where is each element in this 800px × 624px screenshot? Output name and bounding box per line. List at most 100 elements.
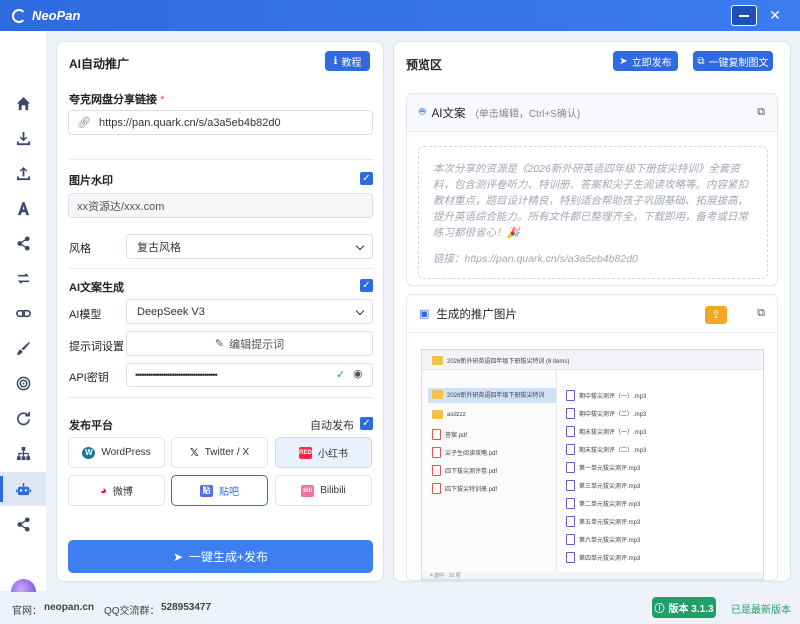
divider — [69, 397, 373, 398]
audio-icon — [566, 480, 575, 491]
close-button[interactable]: ✕ — [762, 5, 788, 26]
wordpress-icon: W — [82, 446, 96, 459]
app-title: NeoPan — [32, 8, 81, 23]
share-link-input[interactable]: 🔗︎ https://pan.quark.cn/s/a3a5eb4b82d0 — [68, 110, 373, 135]
version-badge[interactable]: ⓘ 版本 3.1.3 — [652, 597, 716, 618]
platform-wordpress[interactable]: W WordPress — [68, 437, 165, 468]
ai-text-header: 🤖︎ AI文案 (单击编辑，Ctrl+S确认) ⧉ — [407, 94, 777, 132]
platform-label: WordPress — [101, 447, 151, 458]
shot-item: 四下拔尖测评卷.pdf — [432, 465, 497, 476]
platform-xiaohongshu[interactable]: RED 小红书 — [275, 437, 372, 468]
audio-icon — [566, 534, 575, 545]
copy-icon[interactable]: ⧉ — [757, 106, 765, 119]
platform-twitter[interactable]: 𝕏 Twitter / X — [171, 437, 268, 468]
edit-prompt-label: 编辑提示词 — [229, 338, 285, 351]
sidebar-refresh[interactable] — [0, 401, 46, 435]
info-icon: ℹ — [333, 55, 338, 67]
weibo-icon: ◕ — [100, 484, 107, 497]
shot-item: 第四单元拔尖测评.mp3 — [566, 552, 640, 563]
brush-icon — [16, 341, 30, 355]
sidebar-share[interactable] — [0, 226, 46, 260]
publish-now-button[interactable]: ➤ 立即发布 — [613, 51, 678, 71]
copy-icon[interactable]: ⧉ — [757, 307, 765, 320]
audio-icon — [566, 516, 575, 527]
ai-text-link: 链接：https://pan.quark.cn/s/a3a5eb4b82d0 — [433, 253, 638, 265]
preview-card: 预览区 ➤ 立即发布 ⧉ 一键复制图文 🤖︎ AI文案 (单击编辑，Ctrl+S确认… — [393, 41, 791, 582]
download-icon — [16, 131, 30, 145]
divider — [69, 159, 373, 160]
eye-icon[interactable]: ◉ — [353, 367, 363, 380]
shot-item: 第五单元拔尖测评.mp3 — [566, 516, 640, 527]
share-link-value: https://pan.quark.cn/s/a3a5eb4b82d0 — [98, 116, 281, 129]
bilibili-icon: bili — [301, 484, 315, 497]
model-select[interactable]: DeepSeek V3 — [126, 299, 373, 324]
shot-item: 第六单元拔尖测评.mp3 — [566, 534, 640, 545]
tieba-icon: 贴 — [200, 484, 213, 497]
font-icon — [17, 201, 29, 215]
shot-item: 第一单元拔尖测评.mp3 — [566, 462, 640, 473]
send-icon: ➤ — [619, 55, 628, 67]
link-icon: 🔗︎ — [77, 117, 91, 129]
watermark-checkbox[interactable]: ✓ — [360, 172, 373, 185]
shot-item: 期中拔尖测评（一）.mp3 — [566, 390, 646, 401]
sidebar-target[interactable] — [0, 366, 46, 400]
shot-item: 期末拔尖测评（一）.mp3 — [566, 426, 646, 437]
info-icon: ⓘ — [654, 604, 665, 615]
copy-icon: ⧉ — [697, 55, 705, 67]
target-icon — [16, 376, 30, 390]
ai-text-editor[interactable]: 本次分享的资源是《2026新外研英语四年级下册拔尖特训》全套资料，包含测评卷听力… — [418, 146, 768, 279]
shot-item: 四下拔尖特训册.pdf — [432, 483, 497, 494]
shot-item: asdzzz — [432, 410, 466, 419]
sidebar-upload[interactable] — [0, 156, 46, 190]
watermark-input[interactable]: xx资源达/xxx.com — [68, 193, 373, 218]
generate-publish-button[interactable]: ➤ 一键生成+发布 — [68, 540, 373, 573]
share-nodes-icon — [16, 516, 30, 532]
platform-tieba[interactable]: 贴贴吧 — [171, 475, 268, 506]
platform-label: 小红书 — [318, 449, 348, 460]
share-link-label: 夸克网盘分享链接 * — [69, 94, 165, 106]
platform-label: 贴吧 — [219, 487, 239, 498]
qq-label: QQ交流群： — [104, 606, 160, 617]
shot-item: 期中拔尖测评（二）.mp3 — [566, 408, 646, 419]
sidebar-share-2[interactable] — [0, 507, 46, 541]
sidebar-robot[interactable] — [0, 472, 46, 506]
folder-icon — [432, 410, 443, 419]
sidebar-home[interactable] — [0, 86, 46, 120]
edit-prompt-button[interactable]: ✎ 编辑提示词 — [126, 331, 373, 356]
robot-icon: 🤖︎ — [419, 106, 426, 118]
platform-bilibili[interactable]: bili Bilibili — [275, 475, 372, 506]
sidebar-download[interactable] — [0, 121, 46, 155]
sidebar-transfer[interactable] — [0, 261, 46, 295]
style-label: 风格 — [69, 243, 91, 255]
minimize-button[interactable] — [731, 5, 757, 26]
audio-icon — [566, 498, 575, 509]
image-title: 生成的推广图片 — [436, 308, 517, 321]
sitemap-icon — [16, 446, 30, 460]
auto-publish-checkbox[interactable]: ✓ — [360, 417, 373, 430]
shot-item: 2026新外研英语四年级下册拔尖特训 — [432, 390, 544, 399]
audio-icon — [566, 552, 575, 563]
sidebar-link[interactable] — [0, 296, 46, 330]
style-select[interactable]: 复古风格 — [126, 234, 373, 259]
copy-all-button[interactable]: ⧉ 一键复制图文 — [693, 51, 773, 71]
x-icon: 𝕏 — [189, 447, 199, 459]
home-icon — [16, 96, 30, 110]
audio-icon — [566, 408, 575, 419]
ai-gen-checkbox[interactable]: ✓ — [360, 279, 373, 292]
sidebar-sitemap[interactable] — [0, 436, 46, 470]
sidebar-clean[interactable] — [0, 331, 46, 365]
pdf-icon — [432, 429, 441, 440]
qq-number: 528953477 — [161, 602, 212, 613]
ai-text-title: AI文案 — [431, 107, 466, 120]
refresh-icon — [16, 411, 30, 425]
audio-icon — [566, 426, 575, 437]
tutorial-button[interactable]: ℹ 教程 — [325, 51, 370, 71]
site-link[interactable]: neopan.cn — [44, 602, 94, 613]
shot-item: 期末拔尖测评（二）.mp3 — [566, 444, 646, 455]
platform-weibo[interactable]: ◕ 微博 — [68, 475, 165, 506]
sidebar-text[interactable] — [0, 191, 46, 225]
ai-text-panel: 🤖︎ AI文案 (单击编辑，Ctrl+S确认) ⧉ 本次分享的资源是《2026新… — [406, 93, 778, 286]
download-image-button[interactable]: ⇪ — [705, 306, 727, 324]
pdf-icon — [432, 483, 441, 494]
check-icon: ✓ — [336, 369, 346, 381]
